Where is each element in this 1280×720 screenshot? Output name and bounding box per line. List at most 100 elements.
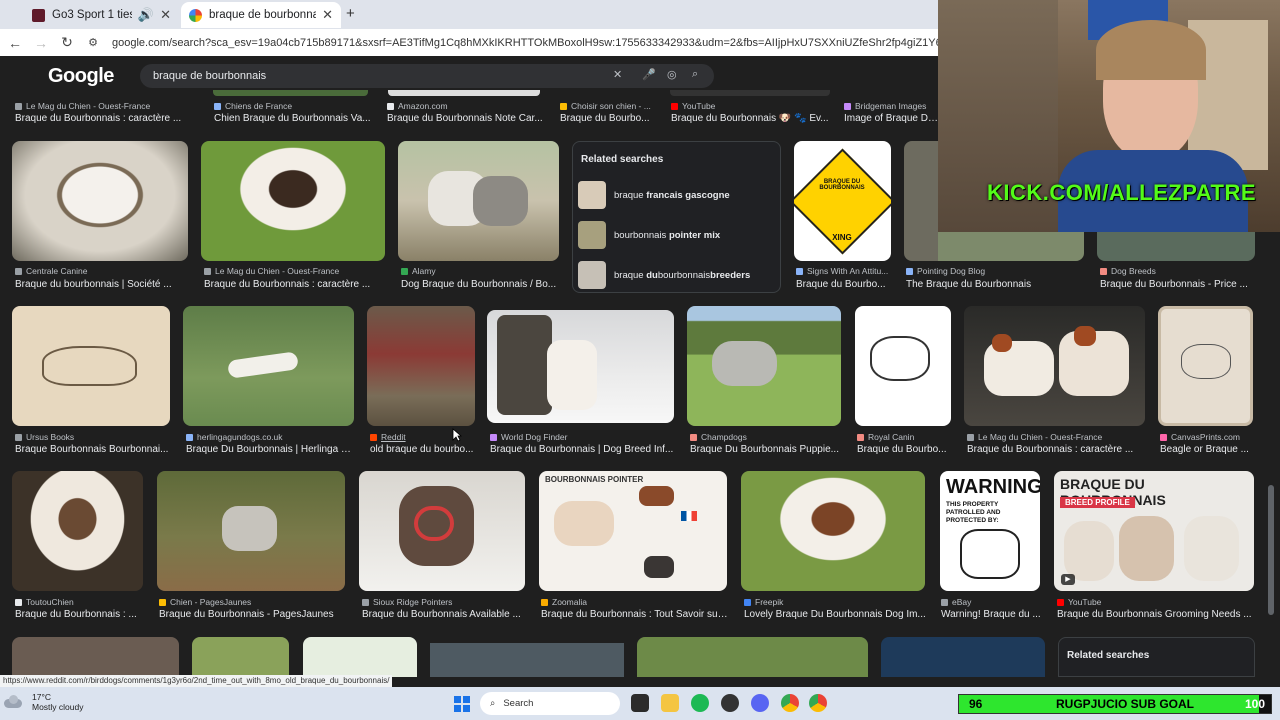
close-tab-icon[interactable]: ✕ bbox=[322, 7, 333, 23]
image-title[interactable]: Braque Bourbonnais Bourbonnai... bbox=[15, 444, 173, 455]
dog-photo[interactable] bbox=[183, 306, 354, 426]
image-title[interactable]: Braque du Bourbonnais : Tout Savoir sur … bbox=[541, 609, 729, 620]
file-explorer-icon[interactable] bbox=[661, 694, 679, 712]
warning-sign-image[interactable]: WARNING THIS PROPERTY PATROLLED AND PROT… bbox=[940, 471, 1040, 591]
tab-google-search[interactable]: braque de bourbonnais - Goog ✕ bbox=[181, 2, 341, 28]
related-thumb bbox=[578, 261, 606, 289]
search-box[interactable]: braque de bourbonnais ✕ 🎤 ◎ ⌕ bbox=[140, 64, 714, 88]
tab-go3[interactable]: Go3 Sport 1 tiesiogiai | Go3 🔊 ✕ bbox=[24, 2, 179, 28]
xing-sign-image[interactable]: BRAQUE DU BOURBONNAIS XING bbox=[794, 141, 891, 261]
image-source: herlingagundogs.co.uk bbox=[186, 432, 356, 442]
chrome-icon[interactable] bbox=[809, 694, 827, 712]
google-logo[interactable]: Google bbox=[48, 65, 114, 88]
image-title[interactable]: Braque Du Bourbonnais | Herlinga G... bbox=[186, 444, 356, 455]
image-title[interactable]: Braque du Bourbonnais Grooming Needs ... bbox=[1057, 609, 1255, 620]
image-title[interactable]: Braque du Bourbo... bbox=[560, 113, 660, 124]
chrome-icon[interactable] bbox=[781, 694, 799, 712]
dog-photo[interactable] bbox=[741, 471, 925, 591]
related-search-item[interactable]: braque francais gascogne bbox=[578, 178, 778, 212]
bourbonnais-infographic[interactable]: BOURBONNAIS POINTER bbox=[539, 471, 727, 591]
reload-icon[interactable]: ↻ bbox=[56, 34, 78, 51]
image-title[interactable]: Braque du Bourbo... bbox=[857, 444, 953, 455]
dog-photo[interactable] bbox=[487, 310, 674, 423]
image-title[interactable]: Braque du Bourbonnais : caractère ... bbox=[15, 113, 205, 124]
dog-photo[interactable] bbox=[157, 471, 345, 591]
related-search-item[interactable]: braque du bourbonnais breeders bbox=[578, 258, 778, 292]
dog-photo[interactable] bbox=[687, 306, 841, 426]
image-thumbnail[interactable] bbox=[388, 90, 540, 96]
image-title[interactable]: Braque Du Bourbonnais Puppie... bbox=[690, 444, 842, 455]
image-title[interactable]: Braque du Bourbonnais : caractère ... bbox=[967, 444, 1149, 455]
dog-photo[interactable] bbox=[303, 637, 417, 677]
dog-figure bbox=[1064, 521, 1114, 581]
lens-icon[interactable]: ◎ bbox=[667, 68, 677, 81]
tab-mute-icon[interactable]: 🔊 bbox=[138, 7, 154, 23]
image-title[interactable]: Beagle or Braque ... bbox=[1160, 444, 1256, 455]
image-title[interactable]: Dog Braque du Bourbonnais / Bo... bbox=[401, 279, 561, 290]
task-view-icon[interactable] bbox=[631, 694, 649, 712]
image-title[interactable]: Braque du bourbonnais | Société ... bbox=[15, 279, 190, 290]
related-search-item[interactable]: bourbonnais pointer mix bbox=[578, 218, 778, 252]
image-source: Le Mag du Chien - Ouest-France bbox=[204, 266, 384, 276]
weather-widget[interactable]: 17°C Mostly cloudy bbox=[32, 692, 84, 712]
image-title[interactable]: Braque du Bourbonnais Note Car... bbox=[387, 113, 547, 124]
image-title[interactable]: Braque du Bourbonnais Available ... bbox=[362, 609, 528, 620]
image-title[interactable]: Braque du Bourbonnais 🐶 🐾 Ev... bbox=[671, 113, 831, 124]
dog-illustration[interactable] bbox=[12, 306, 170, 426]
image-title[interactable]: Braque du Bourbonnais : ... bbox=[15, 609, 145, 620]
voice-search-icon[interactable]: 🎤 bbox=[642, 68, 656, 81]
dog-photo[interactable] bbox=[430, 643, 624, 677]
obs-icon[interactable] bbox=[721, 694, 739, 712]
warning-subtitle: THIS PROPERTY PATROLLED AND PROTECTED BY… bbox=[946, 501, 1001, 524]
dog-photo[interactable] bbox=[192, 637, 289, 677]
new-tab-button[interactable]: + bbox=[346, 5, 355, 22]
windows-start-icon[interactable] bbox=[454, 696, 470, 712]
dog-print-image[interactable] bbox=[1158, 306, 1253, 426]
image-thumbnail[interactable] bbox=[213, 90, 368, 96]
dog-photo[interactable] bbox=[398, 141, 559, 261]
dog-photo[interactable] bbox=[881, 637, 1045, 677]
image-title[interactable]: Lovely Braque Du Bourbonnais Dog Im... bbox=[744, 609, 928, 620]
image-title[interactable]: Chien Braque du Bourbonnais Va... bbox=[214, 113, 374, 124]
source-favicon-icon bbox=[490, 433, 497, 441]
search-icon[interactable]: ⌕ bbox=[692, 68, 698, 81]
image-title[interactable]: Braque du Bourbo... bbox=[796, 279, 891, 290]
scrollbar-thumb[interactable] bbox=[1268, 485, 1274, 615]
dog-photo[interactable] bbox=[1097, 232, 1255, 261]
dog-photo[interactable] bbox=[367, 306, 475, 426]
dog-photo[interactable] bbox=[359, 471, 525, 591]
spotify-icon[interactable] bbox=[691, 694, 709, 712]
image-title[interactable]: Braque du Bourbonnais - PagesJaunes bbox=[159, 609, 347, 620]
dog-photo[interactable] bbox=[201, 141, 385, 261]
dog-photo[interactable] bbox=[12, 637, 179, 677]
dog-photo[interactable] bbox=[12, 471, 143, 591]
weather-icon[interactable] bbox=[4, 695, 22, 709]
back-icon[interactable]: ← bbox=[4, 35, 26, 51]
discord-icon[interactable] bbox=[751, 694, 769, 712]
dog-photo[interactable] bbox=[904, 141, 938, 261]
image-title[interactable]: old braque du bourbo... bbox=[370, 444, 480, 455]
dog-figure bbox=[227, 351, 299, 379]
close-tab-icon[interactable]: ✕ bbox=[160, 7, 171, 23]
youtube-thumbnail[interactable]: BRAQUE DU BOURBONNAIS BREED PROFILE ▶ bbox=[1054, 471, 1254, 591]
site-info-icon[interactable]: ⚙ bbox=[82, 36, 104, 49]
image-thumbnail[interactable] bbox=[670, 90, 830, 96]
dog-photo[interactable] bbox=[12, 141, 188, 261]
image-title[interactable]: Braque du Bourbonnais - Price ... bbox=[1100, 279, 1255, 290]
clear-icon[interactable]: ✕ bbox=[613, 68, 622, 81]
dog-illustration[interactable] bbox=[855, 306, 951, 426]
dog-photo[interactable] bbox=[964, 306, 1145, 426]
image-title[interactable]: Braque du Bourbonnais : caractère ... bbox=[204, 279, 384, 290]
image-title[interactable]: Warning! Braque du ... bbox=[941, 609, 1043, 620]
forward-icon[interactable]: → bbox=[30, 35, 52, 51]
dog-photo[interactable] bbox=[938, 232, 1084, 261]
taskbar-search[interactable]: ⌕ Search bbox=[480, 692, 620, 715]
weather-condition: Mostly cloudy bbox=[32, 702, 84, 712]
dog-photo[interactable] bbox=[637, 637, 868, 677]
image-title[interactable]: The Braque du Bourbonnais bbox=[906, 279, 1086, 290]
image-title[interactable]: Image of Braque Du B... bbox=[844, 113, 938, 124]
image-title[interactable]: Braque du Bourbonnais | Dog Breed Inf... bbox=[490, 444, 676, 455]
source-favicon-icon bbox=[941, 598, 948, 606]
search-input[interactable]: braque de bourbonnais bbox=[153, 70, 266, 82]
related-searches-heading: Related searches bbox=[581, 154, 664, 165]
